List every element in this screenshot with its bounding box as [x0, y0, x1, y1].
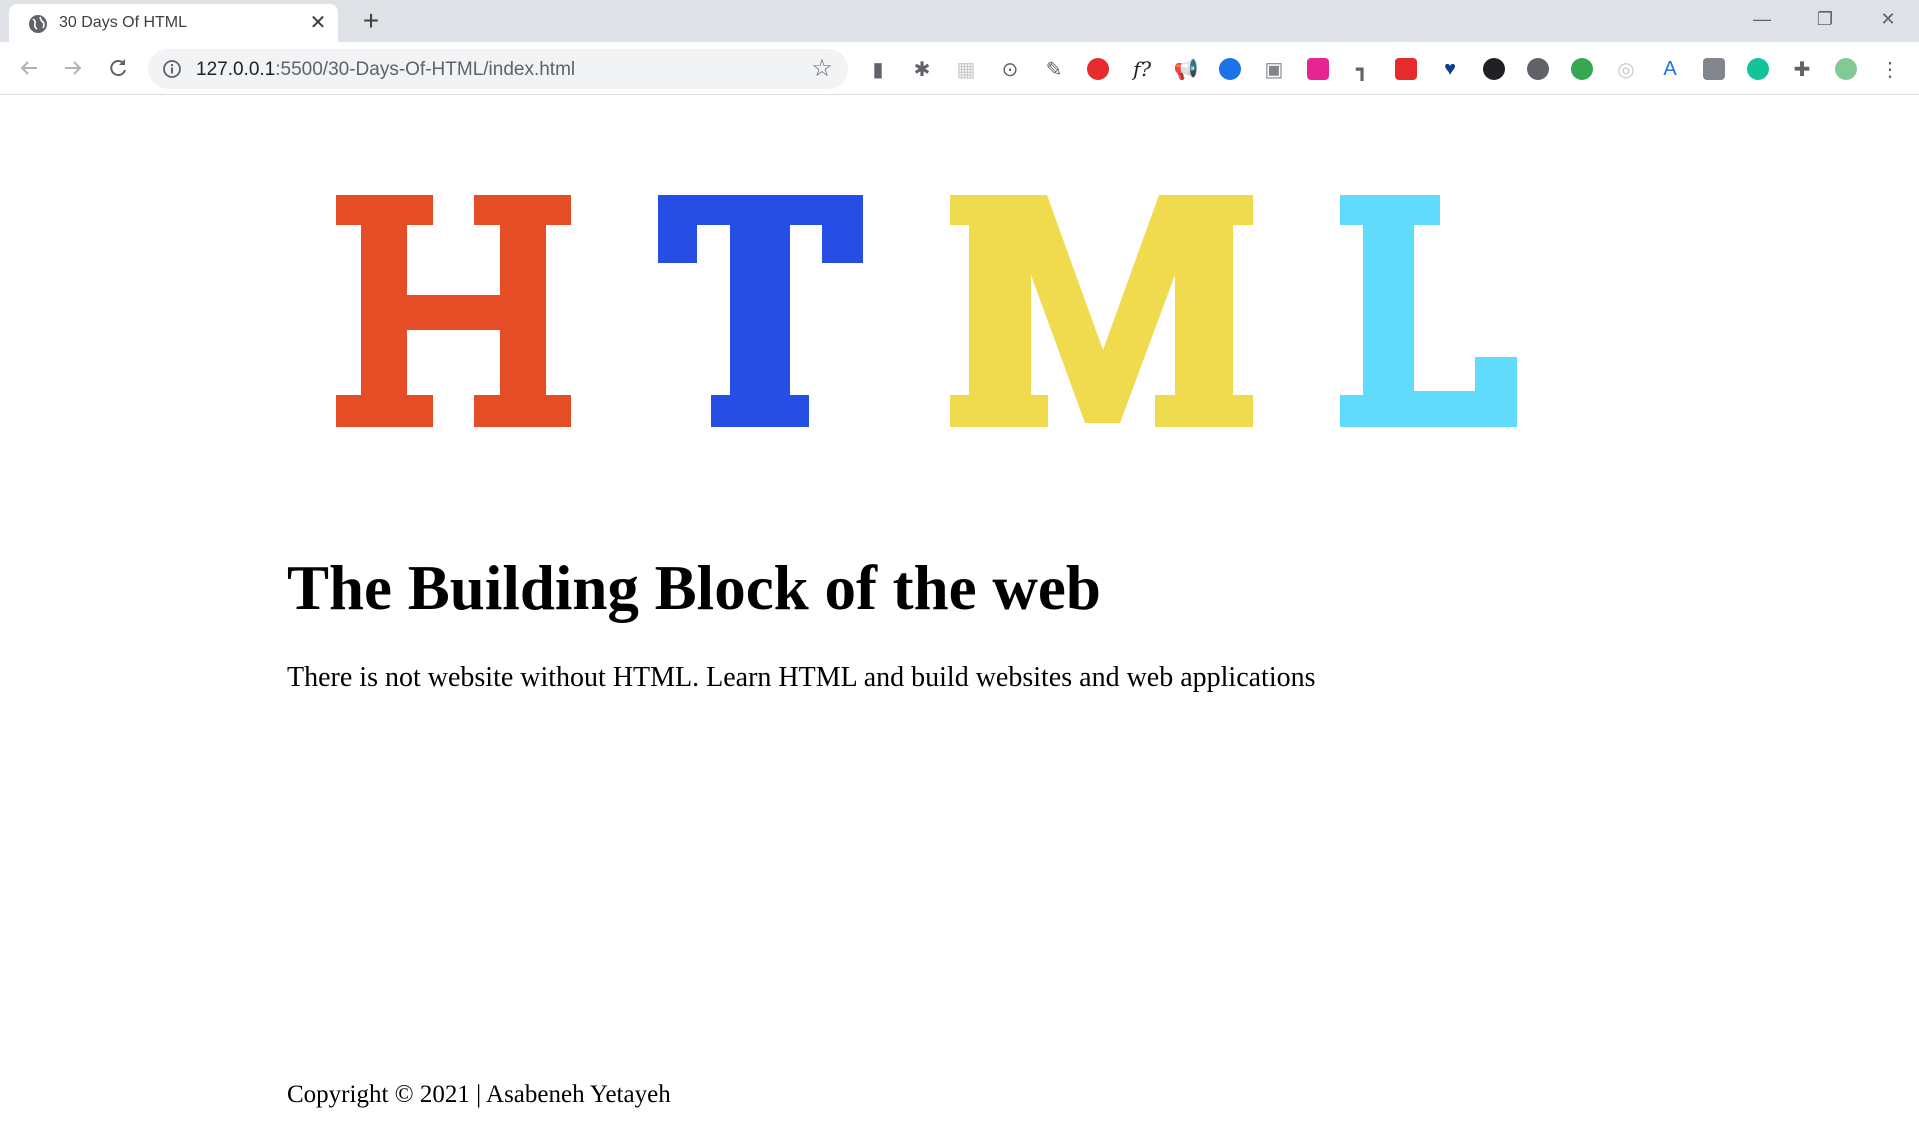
puzzle-icon[interactable]: ✚: [1788, 55, 1816, 83]
page-description: There is not website without HTML. Learn…: [287, 662, 1316, 693]
reload-button[interactable]: [103, 53, 133, 83]
globe-icon: [29, 15, 47, 33]
grey-square-icon-shape: [1703, 58, 1725, 80]
a-print-icon[interactable]: A: [1656, 55, 1684, 83]
w-circle-icon[interactable]: [1524, 55, 1552, 83]
info-icon[interactable]: [162, 59, 182, 79]
shield-icon-shape: [1087, 58, 1109, 80]
profile-avatar-icon-shape: [1835, 58, 1857, 80]
target-icon[interactable]: ◎: [1612, 55, 1640, 83]
tab-strip: 30 Days Of HTML ✕ + — ❐ ✕: [0, 0, 1919, 42]
logo-letter-m: [950, 195, 1253, 427]
logo-letter-h: [336, 195, 571, 427]
font-question-icon[interactable]: f?: [1128, 55, 1156, 83]
address-bar[interactable]: 127.0.0.1:5500/30-Days-Of-HTML/index.htm…: [148, 49, 848, 89]
circle-swirl-icon-shape: [1219, 58, 1241, 80]
back-button[interactable]: [14, 53, 44, 83]
colorwheel-icon[interactable]: [1568, 55, 1596, 83]
url-text[interactable]: 127.0.0.1:5500/30-Days-Of-HTML/index.htm…: [196, 59, 575, 81]
grey-square-icon[interactable]: [1700, 55, 1728, 83]
colorwheel-icon-shape: [1571, 58, 1593, 80]
window-close-button[interactable]: ✕: [1873, 6, 1903, 32]
restore-button[interactable]: ❐: [1810, 6, 1840, 32]
eyedropper-icon[interactable]: ✎: [1040, 55, 1068, 83]
profile-avatar-icon[interactable]: [1832, 55, 1860, 83]
page-title: The Building Block of the web: [287, 553, 1101, 623]
grid-icon[interactable]: ▦: [952, 55, 980, 83]
browser-tab[interactable]: 30 Days Of HTML ✕: [9, 4, 338, 42]
red-square-icon[interactable]: [1392, 55, 1420, 83]
heart-icon[interactable]: ♥: [1436, 55, 1464, 83]
pink-square-icon[interactable]: [1304, 55, 1332, 83]
shield-icon[interactable]: [1084, 55, 1112, 83]
browser-toolbar: 127.0.0.1:5500/30-Days-Of-HTML/index.htm…: [0, 42, 1919, 95]
megaphone-icon[interactable]: 📢: [1172, 55, 1200, 83]
bookmark-star-icon[interactable]: ☆: [810, 57, 834, 81]
minimize-button[interactable]: —: [1747, 6, 1777, 32]
new-tab-button[interactable]: +: [356, 6, 386, 36]
url-path: :5500/30-Days-Of-HTML/index.html: [275, 59, 576, 80]
logo-letter-t: [658, 195, 863, 427]
bug-icon[interactable]: ✱: [908, 55, 936, 83]
camera-icon[interactable]: ▣: [1260, 55, 1288, 83]
code-brackets-icon[interactable]: ⊙: [996, 55, 1024, 83]
forward-button[interactable]: [58, 53, 88, 83]
pink-square-icon-shape: [1307, 58, 1329, 80]
url-host: 127.0.0.1: [196, 59, 276, 80]
g-circle-icon-shape: [1483, 58, 1505, 80]
grammarly-icon[interactable]: [1744, 55, 1772, 83]
grammarly-icon-shape: [1747, 58, 1769, 80]
logo-letter-l: [1340, 195, 1517, 427]
menu-dots-icon[interactable]: ⋮: [1876, 55, 1904, 83]
arrow-left-icon: [20, 61, 37, 75]
copyright-footer: Copyright © 2021 | Asabeneh Yetayeh: [287, 1081, 671, 1108]
g-circle-icon[interactable]: [1480, 55, 1508, 83]
circle-swirl-icon[interactable]: [1216, 55, 1244, 83]
tab-close-icon[interactable]: ✕: [307, 12, 329, 34]
arrow-right-icon: [65, 61, 82, 75]
pipe-icon[interactable]: ┓: [1348, 55, 1376, 83]
columns-icon[interactable]: ▮: [864, 55, 892, 83]
red-square-icon-shape: [1395, 58, 1417, 80]
tab-title: 30 Days Of HTML: [59, 14, 188, 31]
w-circle-icon-shape: [1527, 58, 1549, 80]
reload-icon: [110, 59, 126, 77]
html-logo: [336, 195, 1517, 427]
